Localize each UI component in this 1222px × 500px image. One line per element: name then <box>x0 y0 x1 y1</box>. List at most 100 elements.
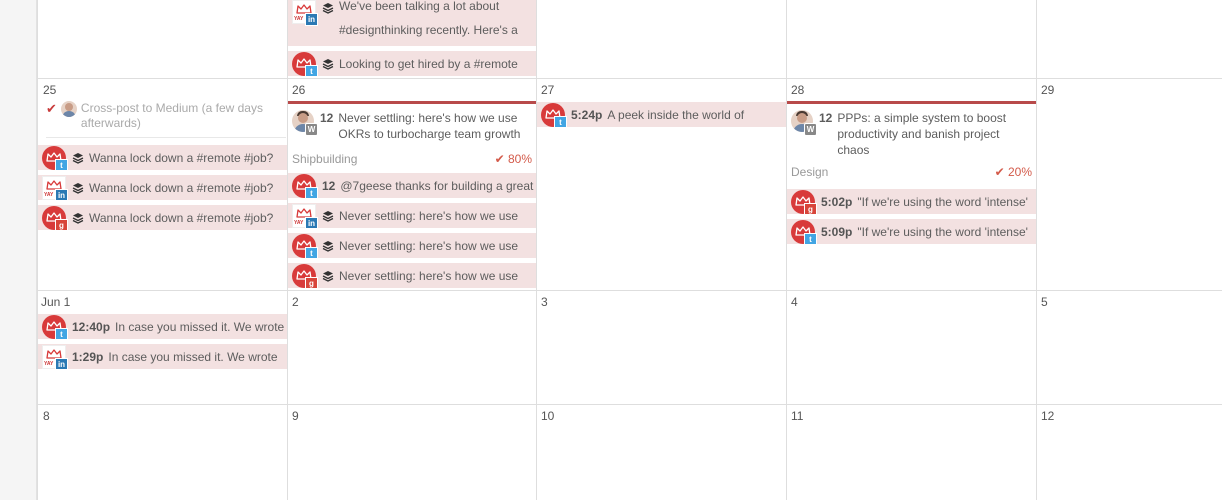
brand-avatar: t <box>541 102 567 127</box>
post-count: 12 <box>819 111 833 125</box>
linkedin-icon: in <box>55 188 68 200</box>
scheduled-post[interactable]: g Wanna lock down a #remote #job? <box>38 205 287 230</box>
scheduled-post[interactable]: YAY in 1:29p In case you missed it. We w… <box>38 344 287 369</box>
post-count: 12 <box>322 178 336 193</box>
draft-text: Cross-post to Medium (a few days afterwa… <box>80 101 263 130</box>
brand-avatar: t <box>42 145 68 170</box>
post-text: Looking to get hired by a #remote <box>339 56 518 71</box>
scheduled-post[interactable]: t 5:24p A peek inside the world of <box>537 102 786 127</box>
grid-line <box>536 0 537 500</box>
stack-icon <box>72 182 84 194</box>
google-plus-icon: g <box>305 276 318 288</box>
day-number: 8 <box>43 409 50 423</box>
post-text: Never settling: here's how we use <box>339 238 519 253</box>
twitter-icon: t <box>55 327 68 339</box>
post-time: 5:02p <box>821 194 853 209</box>
draft-task[interactable]: ✔ Cross-post to Medium (a few days after… <box>46 101 286 138</box>
stack-icon <box>322 210 334 222</box>
day-number: 29 <box>1041 83 1055 97</box>
post-text: "If we're using the word 'intense' <box>857 194 1028 209</box>
blog-category: Design <box>791 165 829 179</box>
blog-title: PPPs: a simple system to boost productiv… <box>837 111 1007 157</box>
day-number: 4 <box>791 295 798 309</box>
twitter-icon: t <box>305 64 318 76</box>
day-number: 9 <box>292 409 299 423</box>
twitter-icon: t <box>804 232 817 244</box>
brand-avatar: YAY in <box>42 175 68 200</box>
author-avatar <box>60 101 77 117</box>
scheduled-post[interactable]: t Looking to get hired by a #remote <box>288 51 536 76</box>
scheduled-post[interactable]: g Never settling: here's how we use <box>288 263 536 288</box>
brand-avatar: YAY in <box>292 203 318 228</box>
brand-avatar: t <box>791 219 817 244</box>
day-number: Jun 1 <box>41 295 71 309</box>
post-time: 5:09p <box>821 224 853 239</box>
post-text: In case you missed it. We wrote <box>108 349 278 364</box>
blog-post-card[interactable]: W 12 Never settling: here's how we use O… <box>292 110 532 166</box>
calendar-sidebar <box>0 0 37 500</box>
check-icon: ✔ <box>494 152 508 166</box>
linkedin-icon: in <box>55 357 68 369</box>
wordpress-icon: W <box>305 123 318 136</box>
scheduled-post[interactable]: YAY in We've been talking a lot about #d… <box>288 0 536 46</box>
day-number: 2 <box>292 295 299 309</box>
day-number: 27 <box>541 83 555 97</box>
google-plus-icon: g <box>804 202 817 214</box>
author-avatar: W <box>791 110 817 136</box>
day-number: 5 <box>1041 295 1048 309</box>
day-number: 3 <box>541 295 548 309</box>
day-number: 26 <box>292 83 306 97</box>
scheduled-post[interactable]: g 5:02p "If we're using the word 'intens… <box>787 189 1036 214</box>
stack-icon <box>322 270 334 282</box>
google-plus-icon: g <box>55 218 68 230</box>
brand-avatar: g <box>42 205 68 230</box>
brand-avatar: g <box>292 263 318 288</box>
grid-line <box>37 404 1222 405</box>
blog-post-card[interactable]: W 12 PPPs: a simple system to boost prod… <box>791 110 1032 179</box>
post-count: 12 <box>320 111 334 125</box>
brand-avatar: t <box>292 233 318 258</box>
check-icon: ✔ <box>46 101 57 116</box>
blog-progress-percent: 20% <box>1007 165 1032 179</box>
scheduled-post[interactable]: t Never settling: here's how we use <box>288 233 536 258</box>
author-avatar: W <box>292 110 318 136</box>
stack-icon <box>322 240 334 252</box>
grid-line <box>1036 0 1037 500</box>
post-text: Wanna lock down a #remote #job? <box>89 210 274 225</box>
blog-progress-percent: 80% <box>507 152 532 166</box>
check-icon: ✔ <box>994 165 1008 179</box>
linkedin-icon: in <box>305 216 318 228</box>
grid-line <box>37 78 1222 79</box>
day-number: 11 <box>791 409 804 423</box>
brand-avatar: YAY in <box>292 0 318 26</box>
brand-avatar: t <box>292 173 318 198</box>
scheduled-post[interactable]: YAY in Wanna lock down a #remote #job? <box>38 175 287 200</box>
post-time: 12:40p <box>72 319 111 334</box>
brand-avatar: t <box>292 51 318 76</box>
scheduled-post[interactable]: t Wanna lock down a #remote #job? <box>38 145 287 170</box>
twitter-icon: t <box>55 158 68 170</box>
brand-avatar: g <box>791 189 817 214</box>
post-text: @7geese thanks for building a great <box>340 178 534 193</box>
post-text: Never settling: here's how we use <box>339 208 519 223</box>
scheduled-post[interactable]: YAY in Never settling: here's how we use <box>288 203 536 228</box>
twitter-icon: t <box>305 186 318 198</box>
brand-avatar: YAY in <box>42 344 68 369</box>
post-text: In case you missed it. We wrote <box>115 319 285 334</box>
stack-icon <box>72 212 84 224</box>
twitter-icon: t <box>305 246 318 258</box>
scheduled-post[interactable]: t 5:09p "If we're using the word 'intens… <box>787 219 1036 244</box>
day-number: 25 <box>43 83 57 97</box>
day-number: 12 <box>1041 409 1055 423</box>
stack-icon <box>322 2 334 14</box>
post-text: We've been talking a lot about #designth… <box>339 0 518 37</box>
linkedin-icon: in <box>305 13 318 26</box>
post-text: Wanna lock down a #remote #job? <box>89 150 274 165</box>
blog-progress-bar <box>787 101 1036 104</box>
scheduled-post[interactable]: t 12 @7geese thanks for building a great <box>288 173 536 198</box>
grid-line <box>37 0 38 500</box>
post-text: Wanna lock down a #remote #job? <box>89 180 274 195</box>
scheduled-post[interactable]: t 12:40p In case you missed it. We wrote <box>38 314 287 339</box>
stack-icon <box>72 152 84 164</box>
brand-avatar: t <box>42 314 68 339</box>
